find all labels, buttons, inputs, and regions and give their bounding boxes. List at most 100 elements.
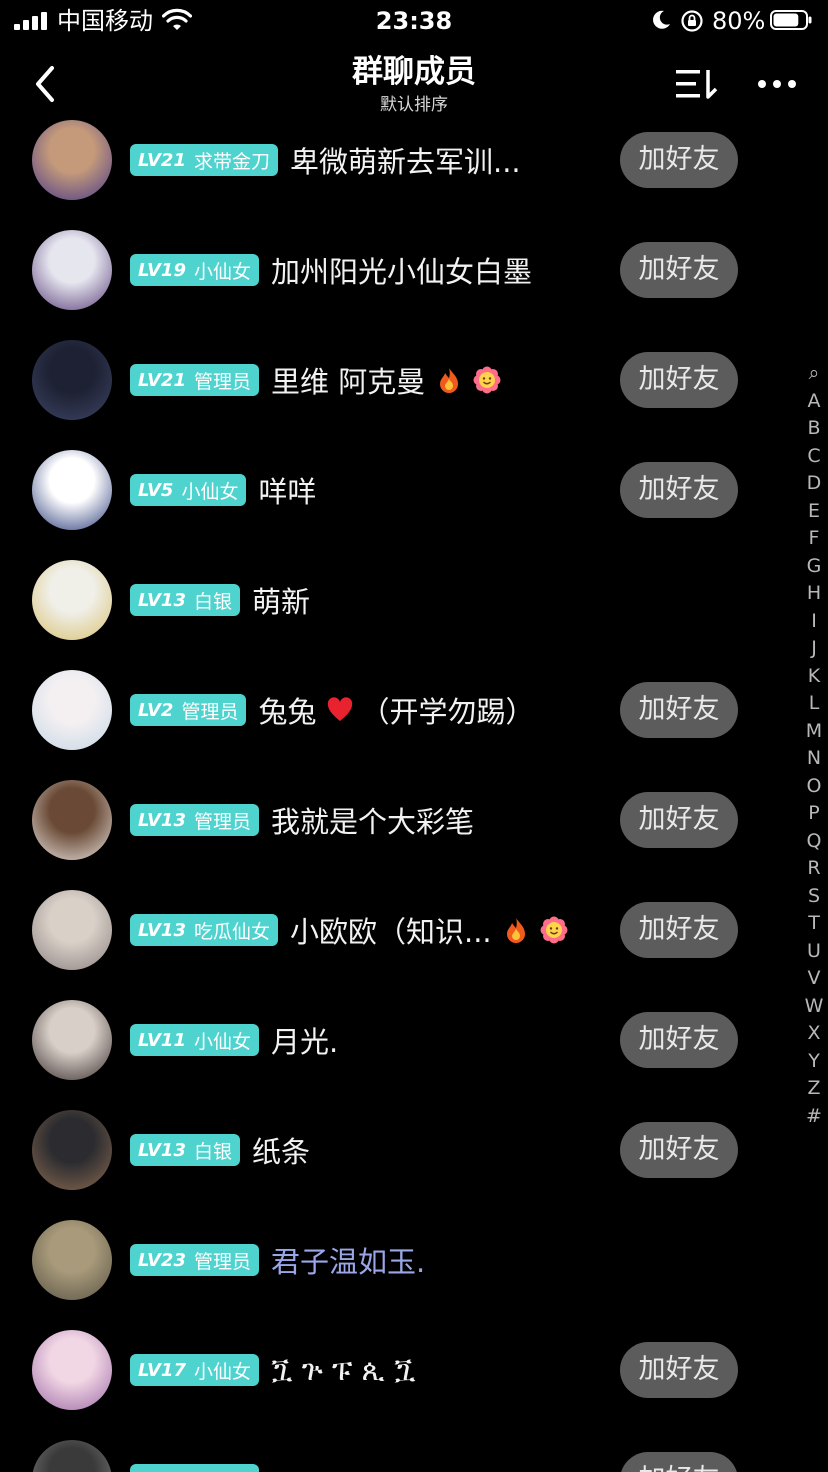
member-row[interactable]: LV13 管理员 我就是个大彩笔 加好友 <box>0 765 790 875</box>
index-letter[interactable]: I <box>800 608 828 636</box>
index-letter[interactable]: J <box>800 635 828 663</box>
add-friend-button[interactable]: 加好友 <box>620 792 738 848</box>
level-label: LV23 <box>138 1249 186 1271</box>
member-title: 管理员 <box>181 700 239 723</box>
avatar[interactable] <box>32 230 112 310</box>
flower-emoji-icon <box>473 366 501 394</box>
more-icon[interactable] <box>756 74 798 94</box>
add-friend-button[interactable]: 加好友 <box>620 462 738 518</box>
index-letter[interactable]: C <box>800 443 828 471</box>
index-letter[interactable]: B <box>800 415 828 443</box>
add-friend-button[interactable]: 加好友 <box>620 1342 738 1398</box>
index-letter[interactable]: E <box>800 498 828 526</box>
member-info: LV13 吃瓜仙女 小欧欧（知识... <box>130 910 568 950</box>
index-letter[interactable]: S <box>800 883 828 911</box>
add-friend-button[interactable]: 加好友 <box>620 242 738 298</box>
index-letter[interactable]: R <box>800 855 828 883</box>
member-info: LV17 小仙女 ጟ ጕ ፑ ጲ ጟ <box>130 1350 416 1390</box>
index-letter[interactable]: L <box>800 690 828 718</box>
index-letter[interactable]: U <box>800 938 828 966</box>
avatar[interactable] <box>32 1000 112 1080</box>
avatar[interactable] <box>32 1110 112 1190</box>
member-title: 小仙女 <box>181 480 239 503</box>
add-friend-button[interactable]: 加好友 <box>620 1012 738 1068</box>
rotation-lock-icon <box>681 10 703 32</box>
index-letter[interactable]: O <box>800 773 828 801</box>
avatar[interactable] <box>32 120 112 200</box>
level-label: LV19 <box>138 259 186 281</box>
member-info: LV13 管理员 我就是个大彩笔 <box>130 800 474 840</box>
level-label: LV13 <box>138 1139 186 1161</box>
fire-emoji-icon <box>440 368 459 393</box>
member-name-suffix: （开学勿踢） <box>360 695 535 729</box>
level-label: LV13 <box>138 589 186 611</box>
index-letter[interactable]: G <box>800 553 828 581</box>
member-name: 兔兔 <box>258 695 317 729</box>
member-row[interactable]: LV13管理员 加好友 <box>0 1425 790 1472</box>
index-letter[interactable]: W <box>800 993 828 1021</box>
member-info: LV13管理员 <box>130 1460 271 1472</box>
index-letter[interactable]: M <box>800 718 828 746</box>
index-letter[interactable]: A <box>800 388 828 416</box>
member-row[interactable]: LV21 求带金刀 卑微萌新去军训... 加好友 <box>0 105 790 215</box>
avatar[interactable] <box>32 1220 112 1300</box>
index-letter[interactable]: V <box>800 965 828 993</box>
add-friend-button[interactable]: 加好友 <box>620 1452 738 1472</box>
add-friend-button[interactable]: 加好友 <box>620 132 738 188</box>
add-friend-button[interactable]: 加好友 <box>620 1122 738 1178</box>
member-info: LV19 小仙女 加州阳光小仙女白墨 <box>130 250 532 290</box>
moon-icon <box>653 10 670 29</box>
index-search-icon[interactable]: ⌕ <box>800 360 828 388</box>
avatar[interactable] <box>32 450 112 530</box>
member-row[interactable]: LV23 管理员 君子温如玉. <box>0 1205 790 1315</box>
member-list[interactable]: LV21 求带金刀 卑微萌新去军训... 加好友 LV19 小仙女 加州阳光小仙女白墨 加好友… <box>0 105 828 1472</box>
member-row[interactable]: LV17 小仙女 ጟ ጕ ፑ ጲ ጟ 加好友 <box>0 1315 790 1425</box>
member-info: LV13 白银 纸条 <box>130 1130 310 1170</box>
member-row[interactable]: LV21 管理员 里维 阿克曼 加好友 <box>0 325 790 435</box>
index-letter[interactable]: H <box>800 580 828 608</box>
level-label: LV21 <box>138 149 186 171</box>
level-badge: LV17 小仙女 <box>130 1354 259 1386</box>
member-info: LV11 小仙女 月光. <box>130 1020 338 1060</box>
index-letter[interactable]: F <box>800 525 828 553</box>
member-row[interactable]: LV2 管理员 兔兔 （开学勿踢） 加好友 <box>0 655 790 765</box>
add-friend-button[interactable]: 加好友 <box>620 352 738 408</box>
index-letter[interactable]: Q <box>800 828 828 856</box>
member-row[interactable]: LV5 小仙女 咩咩 加好友 <box>0 435 790 545</box>
add-friend-button[interactable]: 加好友 <box>620 682 738 738</box>
level-badge: LV13 管理员 <box>130 804 259 836</box>
index-letter[interactable]: # <box>800 1103 828 1131</box>
index-letter[interactable]: N <box>800 745 828 773</box>
level-badge: LV23 管理员 <box>130 1244 259 1276</box>
index-letter[interactable]: Z <box>800 1075 828 1103</box>
avatar[interactable] <box>32 340 112 420</box>
member-row[interactable]: LV13 白银 萌新 <box>0 545 790 655</box>
member-row[interactable]: LV19 小仙女 加州阳光小仙女白墨 加好友 <box>0 215 790 325</box>
index-letter[interactable]: P <box>800 800 828 828</box>
add-friend-button[interactable]: 加好友 <box>620 902 738 958</box>
index-letter[interactable]: Y <box>800 1048 828 1076</box>
index-letter[interactable]: K <box>800 663 828 691</box>
member-title: 白银 <box>193 590 232 613</box>
avatar[interactable] <box>32 670 112 750</box>
member-info: LV5 小仙女 咩咩 <box>130 470 316 510</box>
index-letter[interactable]: X <box>800 1020 828 1048</box>
avatar[interactable] <box>32 1440 112 1472</box>
level-badge: LV13 吃瓜仙女 <box>130 914 278 946</box>
member-name: 纸条 <box>252 1135 311 1169</box>
member-row[interactable]: LV13 白银 纸条 加好友 <box>0 1095 790 1205</box>
sort-icon[interactable] <box>672 66 722 102</box>
index-letter[interactable]: D <box>800 470 828 498</box>
avatar[interactable] <box>32 560 112 640</box>
alphabet-index[interactable]: ⌕ A B C D E F G H I J K L M N O P Q R S T U V W X Y Z # <box>800 360 828 1130</box>
member-name: 我就是个大彩笔 <box>271 805 475 839</box>
avatar[interactable] <box>32 1330 112 1410</box>
member-row[interactable]: LV11 小仙女 月光. 加好友 <box>0 985 790 1095</box>
level-badge: LV2 管理员 <box>130 694 247 726</box>
member-row[interactable]: LV13 吃瓜仙女 小欧欧（知识... 加好友 <box>0 875 790 985</box>
index-letter[interactable]: T <box>800 910 828 938</box>
member-name: ጟ ጕ ፑ ጲ ጟ <box>271 1352 416 1387</box>
level-badge: LV13 白银 <box>130 1134 240 1166</box>
avatar[interactable] <box>32 890 112 970</box>
avatar[interactable] <box>32 780 112 860</box>
